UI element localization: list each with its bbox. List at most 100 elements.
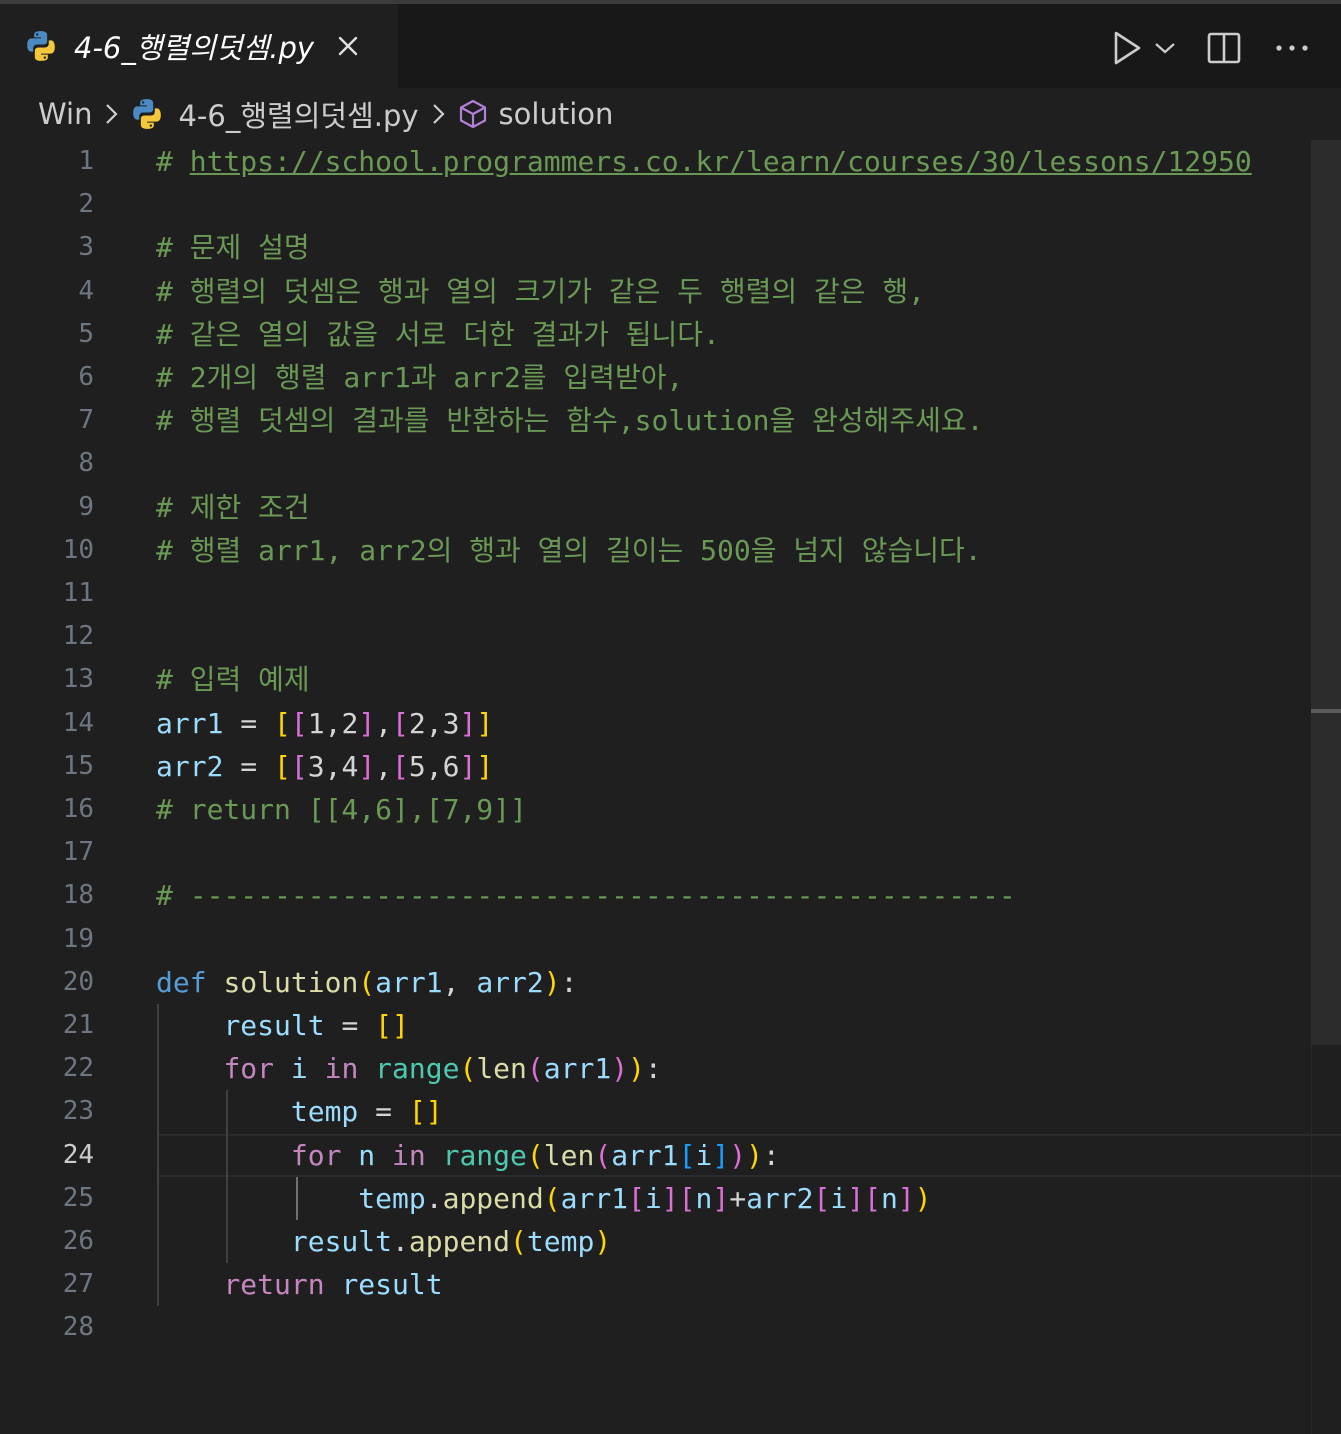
code-token: solution — [223, 965, 359, 999]
code-token: [ — [392, 749, 409, 783]
code-line[interactable]: 2 — [0, 183, 1341, 226]
code-text: # 행렬 arr1, arr2의 행과 열의 길이는 500을 넘지 않습니다. — [156, 529, 982, 572]
code-token: result — [290, 1225, 393, 1258]
more-actions-icon[interactable] — [1275, 28, 1309, 68]
code-line[interactable]: 7 # 행렬 덧셈의 결과를 반환하는 함수,solution을 완성해주세요. — [0, 399, 1341, 442]
code-line[interactable]: 5 # 같은 열의 값을 서로 더한 결과가 됩니다. — [0, 313, 1341, 356]
code-token: # 2개의 행렬 arr1과 arr2를 입력받아, — [156, 361, 684, 394]
code-line[interactable]: 13 # 입력 예제 — [0, 658, 1341, 701]
code-text: arr1 = [[1,2],[2,3]] — [156, 702, 493, 745]
code-line[interactable]: 18 # ------------------------------------… — [0, 874, 1341, 917]
code-token: append — [408, 1225, 511, 1258]
code-line[interactable]: 25 temp.append(arr1[i][n]+arr2[i][n]) — [0, 1177, 1341, 1220]
code-line[interactable]: 26 result.append(temp) — [0, 1220, 1341, 1263]
code-token: [ — [678, 1181, 696, 1215]
code-token: ] — [476, 706, 494, 740]
code-token: def — [156, 965, 207, 999]
code-line[interactable]: 8 — [0, 442, 1341, 485]
code-line[interactable]: 23 temp = [] — [0, 1090, 1341, 1133]
code-line[interactable]: 3 # 문제 설명 — [0, 226, 1341, 269]
code-line[interactable]: 14 arr1 = [[1,2],[2,3]] — [0, 702, 1341, 745]
code-token: arr1 — [611, 1138, 679, 1172]
chevron-down-icon[interactable] — [1153, 28, 1177, 68]
code-token: temp — [358, 1181, 426, 1215]
code-token: i — [290, 1052, 308, 1086]
code-line[interactable]: 20 def solution(arr1, arr2): — [0, 961, 1341, 1004]
code-token: ] — [459, 706, 477, 740]
play-icon[interactable] — [1111, 28, 1143, 68]
code-line[interactable]: 1 # https://school.programmers.co.kr/lear… — [0, 140, 1341, 183]
editor-tab[interactable]: 4-6_행렬의덧셈.py — [0, 4, 398, 88]
code-token: ] — [712, 1138, 730, 1172]
line-number: 23 — [62, 1096, 94, 1127]
code-line[interactable]: 21 result = [] — [0, 1004, 1341, 1047]
code-token: in — [324, 1052, 359, 1086]
line-number: 16 — [62, 794, 94, 824]
code-text: # 제한 조건 — [156, 486, 310, 529]
code-line[interactable]: 16 # return [[4,6],[7,9]] — [0, 788, 1341, 831]
split-editor-icon[interactable] — [1207, 28, 1241, 68]
code-line[interactable]: 4 # 행렬의 덧셈은 행과 열의 크기가 같은 두 행렬의 같은 행, — [0, 270, 1341, 313]
code-line[interactable]: 28 — [0, 1306, 1341, 1349]
breadcrumb-file[interactable]: 4-6_행렬의덧셈.py — [178, 93, 418, 135]
close-icon[interactable] — [334, 32, 362, 60]
code-line[interactable]: 24 for n in range(len(arr1[i])): — [0, 1133, 1341, 1177]
code-token: range — [375, 1052, 460, 1086]
code-line[interactable]: 17 — [0, 831, 1341, 874]
code-token: ) — [628, 1052, 645, 1086]
code-token: . — [425, 1181, 443, 1215]
line-number: 7 — [78, 405, 94, 436]
code-token: ( — [459, 1052, 477, 1086]
code-token: ( — [358, 965, 376, 999]
code-line[interactable]: 19 — [0, 918, 1341, 961]
breadcrumb-symbol[interactable]: solution — [499, 97, 614, 131]
line-number: 13 — [62, 664, 94, 695]
code-text: temp = [] — [156, 1090, 443, 1133]
code-token: append — [442, 1181, 544, 1215]
line-number: 12 — [62, 621, 94, 652]
code-line[interactable]: 15 arr2 = [[3,4],[5,6]] — [0, 745, 1341, 788]
code-token: ) — [594, 1225, 612, 1258]
code-token: [] — [408, 1095, 443, 1129]
code-line[interactable]: 10 # 행렬 arr1, arr2의 행과 열의 길이는 500을 넘지 않습니… — [0, 529, 1341, 572]
scrollbar-thumb[interactable] — [1311, 140, 1341, 1045]
code-line[interactable]: 11 — [0, 572, 1341, 615]
code-token: [ — [864, 1181, 881, 1215]
line-number: 26 — [62, 1226, 94, 1256]
code-token: 3,4 — [307, 749, 359, 783]
line-number: 2 — [78, 189, 94, 220]
chevron-right-icon — [429, 101, 447, 127]
code-token: [ — [274, 749, 291, 783]
code-text: # 문제 설명 — [156, 226, 310, 269]
code-text: # https://school.programmers.co.kr/learn… — [156, 140, 1252, 183]
line-number: 10 — [62, 534, 94, 565]
tab-bar: 4-6_행렬의덧셈.py — [0, 4, 1341, 88]
code-line[interactable]: 12 — [0, 615, 1341, 658]
code-line[interactable]: 27 return result — [0, 1263, 1341, 1306]
line-number: 6 — [78, 362, 94, 392]
code-token: [ — [678, 1138, 696, 1172]
breadcrumb-folder[interactable]: Win — [38, 97, 92, 131]
line-number: 24 — [62, 1139, 94, 1170]
code-token: ] — [459, 749, 477, 783]
code-token: ] — [661, 1181, 679, 1215]
code-token: # 입력 예제 — [156, 663, 310, 697]
code-line[interactable]: 9 # 제한 조건 — [0, 486, 1341, 529]
code-token: n — [880, 1181, 898, 1215]
code-line[interactable]: 6 # 2개의 행렬 arr1과 arr2를 입력받아, — [0, 356, 1341, 399]
code-token: 5,6 — [408, 749, 460, 783]
code-line[interactable]: 22 for i in range(len(arr1)): — [0, 1047, 1341, 1090]
code-token: , — [375, 706, 393, 740]
code-editor[interactable]: 1 # https://school.programmers.co.kr/lear… — [0, 140, 1341, 1434]
code-text: arr2 = [[3,4],[5,6]] — [156, 745, 493, 788]
code-token: [ — [628, 1181, 645, 1215]
